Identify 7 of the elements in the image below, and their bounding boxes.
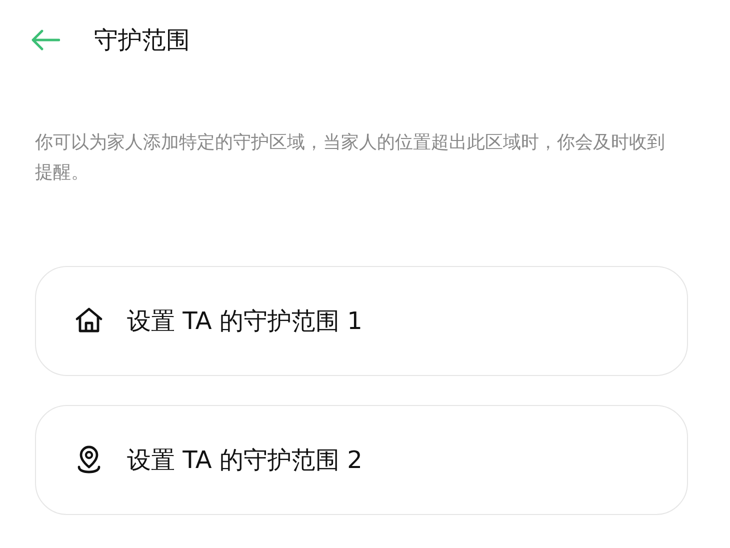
back-icon[interactable] xyxy=(30,29,60,51)
zone-label: 设置 TA 的守护范围 1 xyxy=(127,306,362,337)
zone-card[interactable]: 设置 TA 的守护范围 2 xyxy=(35,405,688,515)
zone-card[interactable]: 设置 TA 的守护范围 1 xyxy=(35,266,688,376)
zone-label: 设置 TA 的守护范围 2 xyxy=(127,445,362,476)
page-title: 守护范围 xyxy=(94,25,190,56)
description-text: 你可以为家人添加特定的守护区域，当家人的位置超出此区域时，你会及时收到提醒。 xyxy=(35,131,666,185)
